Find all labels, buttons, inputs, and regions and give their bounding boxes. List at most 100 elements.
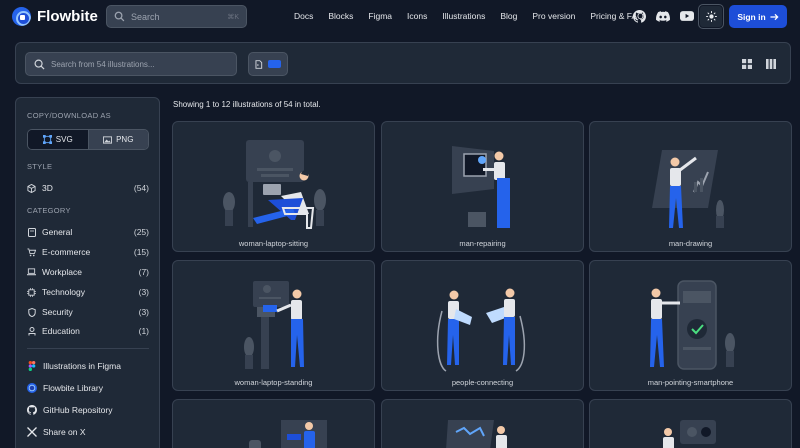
category-item-general[interactable]: General (25) [27,225,149,239]
category-count: (25) [133,227,149,237]
social-icons [632,9,704,23]
sign-in-button[interactable]: Sign in [729,5,787,28]
discord-icon[interactable] [656,9,670,23]
search-shortcut: ⌘K [227,13,239,21]
nav-link-pro[interactable]: Pro version [532,11,575,21]
illustration-card[interactable]: man-repairing [381,121,584,252]
partial-illustration [663,420,716,448]
category-item-security[interactable]: Security (3) [27,305,149,319]
nav-link-blocks[interactable]: Blocks [328,11,353,21]
card-caption: woman-laptop-sitting [238,239,309,248]
category-item-education[interactable]: Education (1) [27,324,149,338]
format-png-button[interactable]: PNG [88,130,148,149]
format-toggle: SVG PNG [27,129,149,150]
link-share-x[interactable]: Share on X [27,427,86,437]
cart-icon [27,247,36,257]
figma-icon [28,361,36,371]
category-label: Education [42,326,80,336]
top-navbar: Flowbite Search ⌘K Docs Blocks Figma Ico… [0,0,800,34]
nav-link-docs[interactable]: Docs [294,11,313,21]
link-flowbite-library[interactable]: Flowbite Library [27,383,103,393]
file-image-icon [255,59,263,69]
illustrations-search-input[interactable]: Search from 54 illustrations... [25,52,237,76]
man-repairing-illustration [452,146,510,228]
arrow-right-icon [770,13,779,20]
format-png-label: PNG [116,135,134,144]
category-label: Technology [42,287,86,297]
nav-link-figma[interactable]: Figma [368,11,392,21]
man-pointing-smartphone-illustration [650,280,735,370]
illustration-card[interactable]: man-drawing [589,121,792,252]
illustrations-search-placeholder: Search from 54 illustrations... [51,59,155,69]
category-label: General [42,227,73,237]
category-heading: CATEGORY [27,206,71,215]
style-heading: STYLE [27,162,53,171]
nav-link-illustrations[interactable]: Illustrations [442,11,485,21]
github-icon [27,405,37,415]
cube-icon [27,183,36,193]
category-count: (7) [138,267,149,277]
category-item-technology[interactable]: Technology (3) [27,285,149,299]
link-github[interactable]: GitHub Repository [27,405,112,415]
sign-in-label: Sign in [737,11,766,22]
card-caption: woman-laptop-standing [234,378,313,387]
category-item-ecommerce[interactable]: E-commerce (15) [27,245,149,259]
category-item-workplace[interactable]: Workplace (7) [27,265,149,279]
theme-toggle-button[interactable] [698,4,724,29]
illustration-card[interactable] [589,399,792,448]
illustration-card[interactable]: woman-laptop-sitting [172,121,375,252]
illustration-card[interactable] [172,399,375,448]
man-drawing-illustration [652,150,724,228]
category-label: Security [42,307,73,317]
image-icon [103,135,113,144]
card-caption: man-pointing-smartphone [647,378,734,387]
book-icon [27,227,36,237]
format-svg-button[interactable]: SVG [28,130,89,149]
category-count: (3) [138,307,149,317]
search-icon [114,11,125,22]
results-summary: Showing 1 to 12 illustrations of 54 in t… [173,100,321,109]
nav-link-icons[interactable]: Icons [407,11,427,21]
link-label: Share on X [43,427,86,437]
sun-icon [705,11,717,22]
color-swatch [267,60,281,68]
illustration-card[interactable]: man-pointing-smartphone [589,260,792,391]
brand-logo[interactable]: Flowbite [12,7,98,26]
copy-heading: COPY/DOWNLOAD AS [27,111,111,120]
brand-name: Flowbite [37,8,98,25]
x-icon [27,427,37,437]
global-search-input[interactable]: Search ⌘K [106,5,247,28]
laptop-icon [27,268,36,277]
graduation-icon [27,326,36,336]
woman-laptop-sitting-illustration [223,140,326,229]
filter-sidebar: COPY/DOWNLOAD AS SVG PNG STYLE 3D (54) C… [15,97,160,448]
link-label: Flowbite Library [43,383,103,393]
illustration-card[interactable]: woman-laptop-standing [172,260,375,391]
card-caption: man-drawing [668,239,713,248]
illustration-card[interactable] [381,399,584,448]
card-caption: man-repairing [459,239,506,248]
illustration-card[interactable]: people-connecting [381,260,584,391]
woman-laptop-standing-illustration [244,281,304,369]
style-count: (54) [133,183,149,193]
style-item-3d[interactable]: 3D (54) [27,181,149,195]
columns-view-icon[interactable] [766,59,776,69]
youtube-icon[interactable] [680,9,694,23]
partial-illustration [249,420,327,448]
format-svg-label: SVG [55,135,73,144]
color-mode-toggle[interactable] [248,52,288,76]
people-connecting-illustration [436,288,526,372]
category-label: E-commerce [42,247,91,257]
search-placeholder: Search [131,11,160,22]
grid-view-icon[interactable] [742,59,752,69]
shield-icon [27,307,36,317]
nav-link-blog[interactable]: Blog [500,11,517,21]
link-figma[interactable]: Illustrations in Figma [27,361,121,371]
sidebar-divider [27,348,149,349]
chip-icon [27,287,36,297]
vector-icon [42,135,52,144]
style-label: 3D [42,183,53,193]
github-icon[interactable] [632,9,646,23]
flowbite-icon [27,383,37,393]
category-count: (3) [138,287,149,297]
